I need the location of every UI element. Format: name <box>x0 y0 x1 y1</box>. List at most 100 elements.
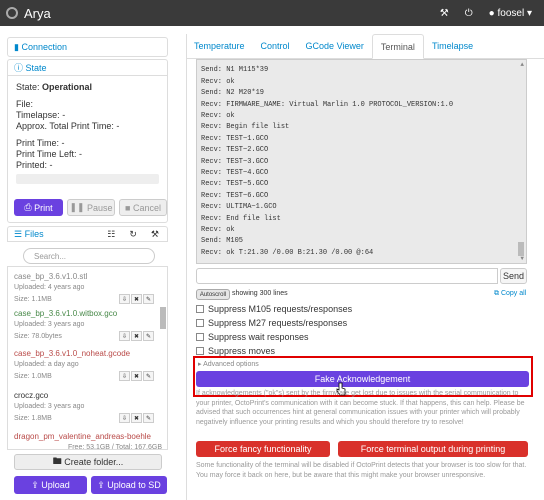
tab-gcode-viewer[interactable]: GCode Viewer <box>298 34 372 58</box>
select-icon[interactable]: ✎ <box>143 331 154 341</box>
terminal-line: Recv: Begin file list <box>201 123 290 132</box>
file-name: case_bp_3.6.v1.0.stl <box>14 272 88 281</box>
terminal-line: Recv: End file list <box>201 214 281 223</box>
create-folder-label: Create folder... <box>64 457 124 467</box>
fake-ack-help: If acknowledgements ("ok"s) sent by the … <box>196 390 525 426</box>
file-actions: ⇩ ✖ ✎ <box>119 331 154 341</box>
command-input[interactable] <box>196 268 498 284</box>
wrench-icon[interactable]: ⚒ <box>440 8 449 19</box>
download-icon[interactable]: ⇩ <box>119 371 130 381</box>
suppress-label: Suppress wait responses <box>208 332 309 342</box>
user-menu[interactable]: ● foosel ▾ <box>489 8 532 19</box>
print-icon: ⎙ <box>24 202 35 212</box>
download-icon[interactable]: ⇩ <box>119 294 130 304</box>
suppress-moves-checkbox[interactable]: Suppress moves <box>196 346 275 356</box>
copy-all-link[interactable]: ⧉ Copy all <box>494 290 526 298</box>
terminal-line: Recv: TEST~6.GCO <box>201 191 269 200</box>
timelapse-label: Timelapse: <box>16 110 60 120</box>
terminal-line: Recv: ok <box>201 77 235 86</box>
trash-icon[interactable]: ✖ <box>131 294 142 304</box>
state-value: Operational <box>42 82 93 92</box>
pause-label: Pause <box>87 202 113 213</box>
terminal-line: Recv: ULTIMA~1.GCO <box>201 203 277 212</box>
select-icon[interactable]: ✎ <box>143 294 154 304</box>
power-icon[interactable]: ⏻ <box>465 8 473 19</box>
list-icon: ☰ <box>14 228 25 239</box>
download-icon[interactable]: ⇩ <box>119 413 130 423</box>
send-button[interactable]: Send <box>500 268 527 284</box>
trash-icon[interactable]: ✖ <box>131 371 142 381</box>
file-list-item[interactable]: case_bp_3.6.v1.0.stl Uploaded: 4 years ag… <box>14 272 162 310</box>
refresh-icon[interactable]: ↻ <box>129 229 137 240</box>
file-list-item[interactable]: case_bp_3.6.v1.0_noheat.gcode Uploaded: a… <box>14 349 162 387</box>
scroll-up-icon[interactable]: ▲ <box>520 61 524 68</box>
time-left-line: Print Time Left: - <box>16 149 159 160</box>
download-icon[interactable]: ⇩ <box>119 331 130 341</box>
print-time-value: - <box>61 138 65 148</box>
file-uploaded: Uploaded: 3 years ago <box>14 321 85 328</box>
app-title[interactable]: Arya <box>24 6 51 21</box>
file-size: Size: 1.0MB <box>14 373 52 380</box>
print-time-label: Print Time: <box>16 138 60 148</box>
suppress-label: Suppress moves <box>208 346 276 356</box>
time-left-value: - <box>79 149 83 159</box>
scroll-down-icon[interactable]: ▼ <box>520 255 524 262</box>
search-input[interactable]: Search... <box>23 248 155 264</box>
connection-header[interactable]: ▮ Connection <box>8 38 167 56</box>
terminal-scrollbar[interactable] <box>518 242 524 256</box>
file-list-item[interactable]: crocz.gco Uploaded: 3 years ago Size: 1.8M… <box>14 391 162 429</box>
terminal-line: Recv: TEST~4.GCO <box>201 169 269 177</box>
user-icon: ● <box>488 7 495 19</box>
create-folder-button[interactable]: 🖿 Create folder... <box>14 454 162 470</box>
checkbox-icon <box>196 333 204 341</box>
file-size: Size: 1.1MB <box>14 296 52 303</box>
suppress-label: Suppress M27 requests/responses <box>208 318 348 328</box>
wrench-icon[interactable]: ⚒ <box>151 229 159 240</box>
files-header[interactable]: ☰ Files ☷ ↻ ⚒ <box>7 226 168 242</box>
new-file-icon[interactable]: ☷ <box>107 229 115 240</box>
select-icon[interactable]: ✎ <box>143 413 154 423</box>
terminal-line: Recv: TEST~3.GCO <box>201 157 269 166</box>
upload-sd-icon: ⇪ <box>97 479 108 490</box>
print-button[interactable]: ⎙ Print <box>14 199 63 216</box>
showing-lines: showing 300 lines <box>232 290 288 297</box>
tab-terminal[interactable]: Terminal <box>371 34 424 59</box>
printed-line: Printed: - <box>16 160 159 171</box>
upload-sd-button[interactable]: ⇪ Upload to SD <box>91 476 167 494</box>
total-time-label: Approx. Total Print Time: <box>16 121 114 131</box>
terminal-line: Send: N0 M110 N0*125 <box>201 59 286 63</box>
tab-timelapse[interactable]: Timelapse <box>424 34 481 58</box>
upload-button[interactable]: ⇪ Upload <box>14 476 87 494</box>
select-icon[interactable]: ✎ <box>143 371 154 381</box>
tab-temperature[interactable]: Temperature <box>186 34 253 58</box>
connection-panel: ▮ Connection <box>7 37 168 57</box>
file-uploaded: Uploaded: 4 years ago <box>14 284 85 291</box>
upload-icon: ⇪ <box>31 479 42 490</box>
file-size: Size: 78.0bytes <box>14 333 62 340</box>
terminal-output[interactable]: ▲ ▼ Send: N0 M110 N0*125 Send: N1 M115*39… <box>196 59 527 264</box>
suppress-wait-checkbox[interactable]: Suppress wait responses <box>196 332 309 342</box>
file-line: File: <box>16 99 34 109</box>
force-fancy-button[interactable]: Force fancy functionality <box>196 441 330 457</box>
suppress-label: Suppress M105 requests/responses <box>208 304 353 314</box>
state-header[interactable]: ⓘ State <box>8 60 167 76</box>
printed-value: - <box>49 160 53 170</box>
suppress-m105-checkbox[interactable]: Suppress M105 requests/responses <box>196 304 352 314</box>
cancel-button[interactable]: ■ Cancel <box>119 199 167 216</box>
autoscroll-button[interactable]: Autoscroll <box>196 289 230 300</box>
pause-button[interactable]: ❚❚ Pause <box>67 199 115 216</box>
cancel-label: Cancel <box>132 202 161 213</box>
suppress-m27-checkbox[interactable]: Suppress M27 requests/responses <box>196 318 347 328</box>
upload-sd-label: Upload to SD <box>107 480 161 490</box>
advanced-toggle[interactable]: ▸ Advanced options <box>198 360 259 368</box>
force-output-button[interactable]: Force terminal output during printing <box>338 441 528 457</box>
trash-icon[interactable]: ✖ <box>131 413 142 423</box>
files-label: Files <box>24 229 44 239</box>
file-list-item[interactable]: case_bp_3.6.v1.0.witbox.gco Uploaded: 3 y… <box>14 309 162 347</box>
fake-ack-button[interactable]: Fake Acknowledgement <box>196 371 529 387</box>
trash-icon[interactable]: ✖ <box>131 331 142 341</box>
timelapse-line: Timelapse: - <box>16 110 159 121</box>
checkbox-icon <box>196 347 204 355</box>
print-label: Print <box>34 202 53 213</box>
tab-control[interactable]: Control <box>253 34 298 58</box>
